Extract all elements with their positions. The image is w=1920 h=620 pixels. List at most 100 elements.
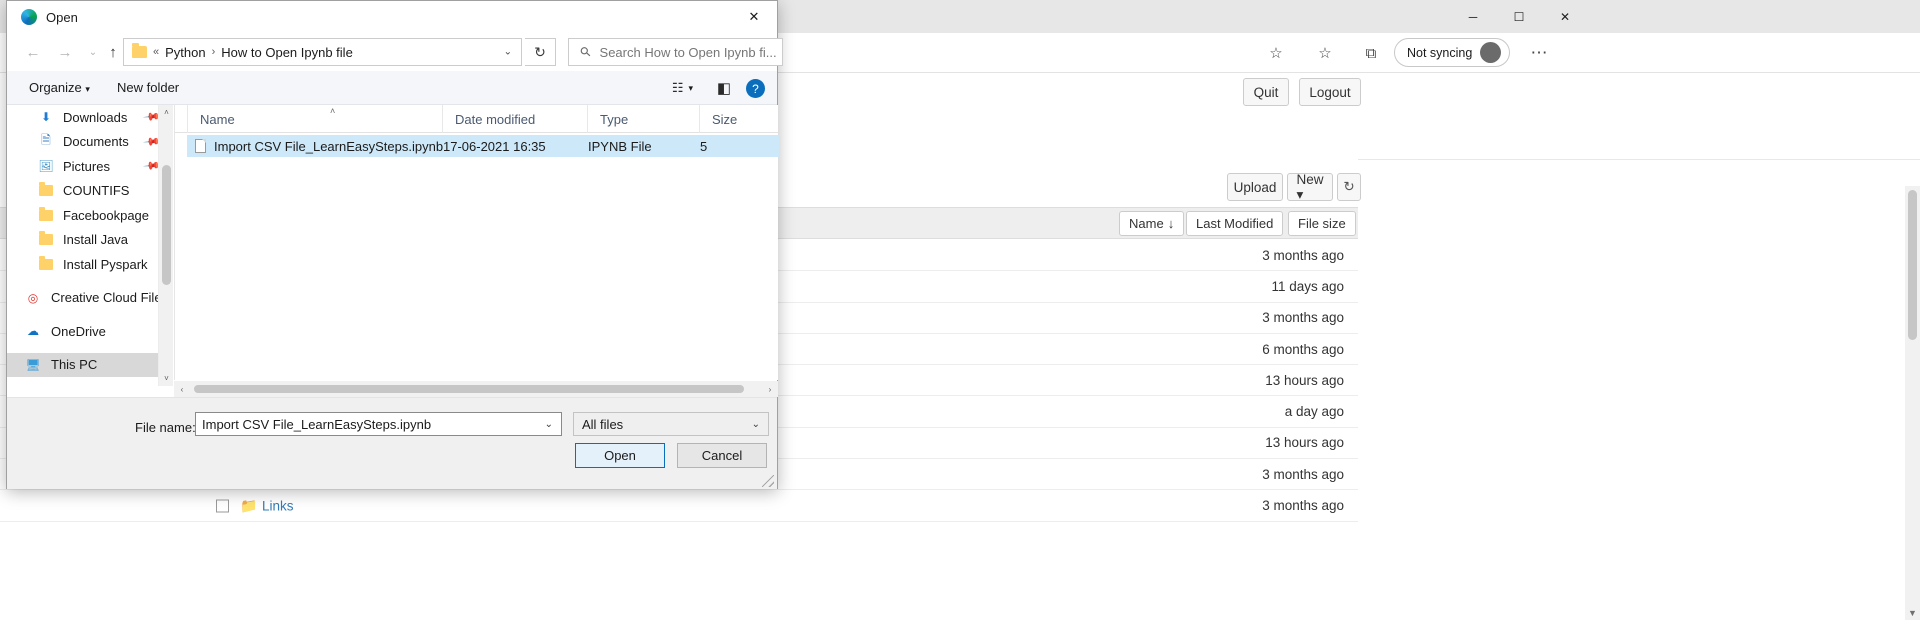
filter-value: All files <box>582 416 624 432</box>
row-modified: 11 days ago <box>1271 278 1344 294</box>
sort-by-name-button[interactable]: Name ↓ <box>1119 211 1185 236</box>
chevron-down-icon[interactable]: ⌄ <box>504 47 512 58</box>
sidebar-item-documents[interactable]: 🗎 Documents 📌 <box>7 130 173 155</box>
collections-icon[interactable]: ⧉ <box>1357 39 1385 67</box>
scrollbar-thumb[interactable] <box>162 165 171 285</box>
sidebar-item-this-pc[interactable]: 🖥 This PC <box>7 352 173 377</box>
help-icon[interactable]: ? <box>746 79 765 98</box>
folder-icon <box>38 206 54 223</box>
breadcrumb-item-current[interactable]: How to Open Ipynb file <box>221 45 353 60</box>
sidebar-item-onedrive[interactable]: ☁ OneDrive <box>7 319 173 344</box>
sidebar-item-pictures[interactable]: 🖼 Pictures 📌 <box>7 154 173 179</box>
row-modified: 3 months ago <box>1262 466 1344 482</box>
dialog-close-button[interactable]: ✕ <box>731 1 777 33</box>
navigation-pane-scrollbar[interactable]: ˄ ˅ <box>158 105 173 386</box>
sidebar-item-countifs[interactable]: COUNTIFS <box>7 179 173 204</box>
view-options-button[interactable]: ☷ ▾ <box>672 80 693 96</box>
dialog-titlebar: Open <box>7 1 777 33</box>
row-name-link[interactable]: Links <box>262 498 294 513</box>
sort-name-label: Name <box>1129 216 1164 231</box>
sort-by-modified-button[interactable]: Last Modified <box>1186 211 1284 236</box>
cancel-button[interactable]: Cancel <box>677 443 767 468</box>
logout-button[interactable]: Logout <box>1299 78 1361 106</box>
scroll-right-icon[interactable]: › <box>762 381 778 397</box>
sync-status-label: Not syncing <box>1407 45 1473 60</box>
file-size: 5 <box>700 138 708 154</box>
search-placeholder: Search How to Open Ipynb fi... <box>599 44 777 60</box>
new-folder-button[interactable]: New folder <box>117 80 179 95</box>
quit-button[interactable]: Quit <box>1243 78 1289 106</box>
dialog-command-bar: Organize ▾ New folder ☷ ▾ ◧ ? <box>7 71 777 105</box>
window-maximize-button[interactable]: ☐ <box>1496 0 1542 33</box>
sidebar-item-label: Facebookpage <box>63 207 150 223</box>
scroll-down-icon[interactable]: ▼ <box>1906 608 1919 618</box>
row-modified: 3 months ago <box>1262 310 1344 326</box>
new-button[interactable]: New ▾ <box>1287 172 1333 202</box>
folder-icon: 📁 <box>240 497 258 514</box>
sidebar-divider <box>7 277 173 286</box>
chevron-down-icon[interactable]: ⌄ <box>545 419 553 430</box>
forward-icon[interactable]: → <box>51 38 79 66</box>
scroll-down-icon[interactable]: ˅ <box>159 371 174 386</box>
add-favorite-icon[interactable]: ☆ <box>1262 39 1290 67</box>
file-type: IPYNB File <box>588 138 652 154</box>
column-header-name[interactable]: Name ˄ <box>187 105 443 133</box>
window-close-button[interactable]: ✕ <box>1542 0 1588 33</box>
browser-settings-icon[interactable]: ⋯ <box>1525 39 1553 67</box>
avatar <box>1480 42 1502 63</box>
folder-icon <box>38 231 54 248</box>
preview-pane-icon[interactable]: ◧ <box>717 79 731 97</box>
upload-button[interactable]: Upload <box>1227 173 1283 201</box>
sidebar-item-creative-cloud-files[interactable]: ◎ Creative Cloud File <box>7 286 173 311</box>
scroll-left-icon[interactable]: ‹ <box>174 381 190 397</box>
column-label: Name <box>200 111 235 127</box>
file-list-pane: Name ˄ Date modified Type Size Import CS… <box>174 105 779 380</box>
computer-icon: 🖥 <box>25 357 41 372</box>
sidebar-item-label: Install Pyspark <box>63 256 148 272</box>
favorites-icon[interactable]: ☆ <box>1311 39 1339 67</box>
file-list-horizontal-scrollbar[interactable]: ‹ › <box>174 381 778 397</box>
arrow-down-icon: ↓ <box>1167 216 1175 231</box>
edge-logo-icon <box>21 9 37 25</box>
file-type-filter-select[interactable]: All files ⌄ <box>573 412 769 436</box>
folder-icon <box>38 182 54 199</box>
row-modified: 3 months ago <box>1262 247 1344 263</box>
column-header-date-modified[interactable]: Date modified <box>443 105 588 133</box>
breadcrumb-item-python[interactable]: Python <box>165 45 205 60</box>
sort-ascending-icon: ˄ <box>330 106 336 116</box>
organize-button[interactable]: Organize ▾ <box>29 80 90 95</box>
sidebar-item-downloads[interactable]: ⬇ Downloads 📌 <box>7 105 173 130</box>
scroll-up-icon[interactable]: ˄ <box>159 105 174 120</box>
breadcrumb[interactable]: « Python › How to Open Ipynb file ⌄ <box>123 38 522 66</box>
page-scrollbar[interactable]: ▲ ▼ <box>1905 186 1920 620</box>
back-icon[interactable]: ← <box>19 38 47 66</box>
refresh-button[interactable]: ↻ <box>1337 173 1361 201</box>
search-icon: ⚲ <box>576 43 595 61</box>
organize-label: Organize <box>29 80 82 95</box>
sort-by-size-button[interactable]: File size <box>1288 211 1356 236</box>
row-modified: 13 hours ago <box>1265 372 1344 388</box>
file-name-input[interactable]: Import CSV File_LearnEasySteps.ipynb ⌄ <box>195 412 562 436</box>
column-header-type[interactable]: Type <box>588 105 700 133</box>
profile-sync-button[interactable]: Not syncing <box>1394 38 1511 67</box>
refresh-button[interactable]: ↻ <box>525 38 556 66</box>
resize-grip[interactable] <box>762 475 774 487</box>
file-icon <box>195 139 206 153</box>
cloud-icon: ☁ <box>27 324 39 339</box>
sidebar-item-install-java[interactable]: Install Java <box>7 228 173 253</box>
creative-cloud-icon: ◎ <box>27 290 39 305</box>
row-checkbox[interactable] <box>216 499 229 513</box>
scrollbar-thumb[interactable] <box>194 385 744 393</box>
search-input[interactable]: ⚲ Search How to Open Ipynb fi... <box>568 38 783 66</box>
sidebar-item-label: Pictures <box>63 158 110 174</box>
window-minimize-button[interactable]: ─ <box>1450 0 1496 33</box>
table-row[interactable]: 📁 Links 3 months ago <box>0 490 1358 522</box>
sidebar-item-facebookpage[interactable]: Facebookpage <box>7 203 173 228</box>
sidebar-item-label: COUNTIFS <box>63 183 130 199</box>
column-header-size[interactable]: Size <box>700 105 779 133</box>
sidebar-item-install-pyspark[interactable]: Install Pyspark <box>7 252 173 277</box>
file-list-item[interactable]: Import CSV File_LearnEasySteps.ipynb 17-… <box>187 135 779 157</box>
open-button[interactable]: Open <box>575 443 665 468</box>
scroll-up-icon[interactable]: ▲ <box>1906 188 1919 198</box>
navigation-pane: ⬇ Downloads 📌 🗎 Documents 📌 🖼 Pictures 📌… <box>7 105 173 386</box>
